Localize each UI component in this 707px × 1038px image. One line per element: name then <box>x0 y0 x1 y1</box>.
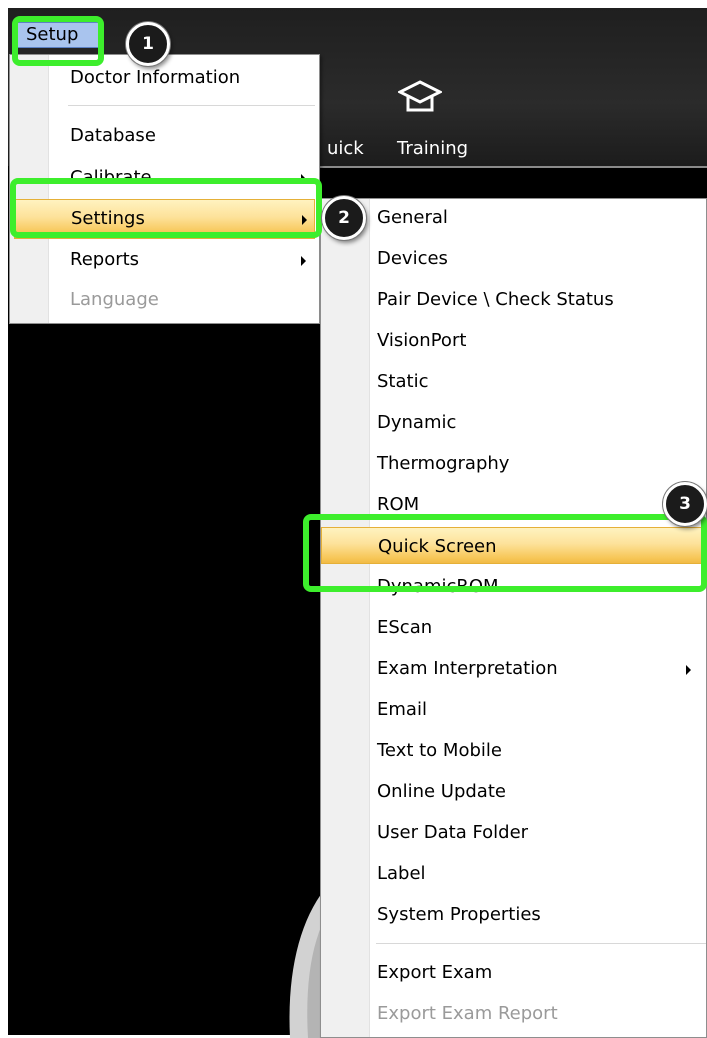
menu-item-system-properties[interactable]: System Properties <box>321 896 706 936</box>
step-3-callout <box>303 514 707 592</box>
menu-item-email[interactable]: Email <box>321 691 706 731</box>
step-1-badge: 1 <box>126 22 170 66</box>
menu-item-escan[interactable]: EScan <box>321 609 706 649</box>
menu-item-label: VisionPort <box>377 330 467 351</box>
step-2-callout <box>10 178 322 238</box>
menu-item-export-exam-report: Export Exam Report <box>321 995 706 1035</box>
menu-item-label: Export Exam <box>377 962 493 983</box>
menu-item-database[interactable]: Database <box>10 117 319 157</box>
menu-item-label: Exam Interpretation <box>377 658 558 679</box>
menu-item-pair-device-check-status[interactable]: Pair Device \ Check Status <box>321 281 706 321</box>
menu-item-label: Devices <box>377 248 448 269</box>
menu-item-label: Database <box>70 125 156 146</box>
menu-item-label: Export Exam Report <box>377 1003 558 1024</box>
menu-item-label: Email <box>377 699 427 720</box>
step-2-badge: 2 <box>322 196 366 240</box>
toolbar-divider <box>318 166 707 168</box>
menu-item-label[interactable]: Label <box>321 855 706 895</box>
menu-item-thermography[interactable]: Thermography <box>321 445 706 485</box>
step-3-badge: 3 <box>663 482 707 526</box>
menu-item-label: Dynamic <box>377 412 457 433</box>
menu-item-language: Language <box>10 281 319 321</box>
toolbar-training-label[interactable]: Training <box>397 138 468 159</box>
menu-item-label: Static <box>377 371 429 392</box>
menu-item-dynamic[interactable]: Dynamic <box>321 404 706 444</box>
menu-item-label: Pair Device \ Check Status <box>377 289 614 310</box>
menu-item-user-data-folder[interactable]: User Data Folder <box>321 814 706 854</box>
menu-item-label: EScan <box>377 617 433 638</box>
menu-item-devices[interactable]: Devices <box>321 240 706 280</box>
menu-item-general[interactable]: General <box>321 199 706 239</box>
step-1-callout <box>12 16 104 66</box>
menu-item-label: System Properties <box>377 904 541 925</box>
submenu-arrow-icon <box>301 256 306 266</box>
menu-item-static[interactable]: Static <box>321 363 706 403</box>
menu-item-label: Thermography <box>377 453 510 474</box>
menu-item-label: Text to Mobile <box>377 740 502 761</box>
graduation-cap-icon[interactable] <box>398 80 442 116</box>
menu-item-label: Doctor Information <box>70 67 241 88</box>
menu-item-label: Label <box>377 863 426 884</box>
menu-item-label: Online Update <box>377 781 506 802</box>
menu-item-reports[interactable]: Reports <box>10 241 319 281</box>
menu-item-export-exam[interactable]: Export Exam <box>321 954 706 994</box>
menu-item-exam-interpretation[interactable]: Exam Interpretation <box>321 650 706 690</box>
menu-item-visionport[interactable]: VisionPort <box>321 322 706 362</box>
menu-item-label: General <box>377 207 448 228</box>
menu-item-label: Reports <box>70 249 140 270</box>
submenu-arrow-icon <box>686 665 691 675</box>
menu-item-label: User Data Folder <box>377 822 529 843</box>
settings-submenu: General Devices Pair Device \ Check Status… <box>320 198 707 1038</box>
menu-item-label: Language <box>70 289 159 310</box>
menu-separator <box>68 105 315 106</box>
menu-item-online-update[interactable]: Online Update <box>321 773 706 813</box>
menu-item-label: ROM <box>377 494 420 515</box>
menu-item-text-to-mobile[interactable]: Text to Mobile <box>321 732 706 772</box>
toolbar-quick-label[interactable]: uick <box>327 138 364 159</box>
menu-separator <box>376 943 706 944</box>
